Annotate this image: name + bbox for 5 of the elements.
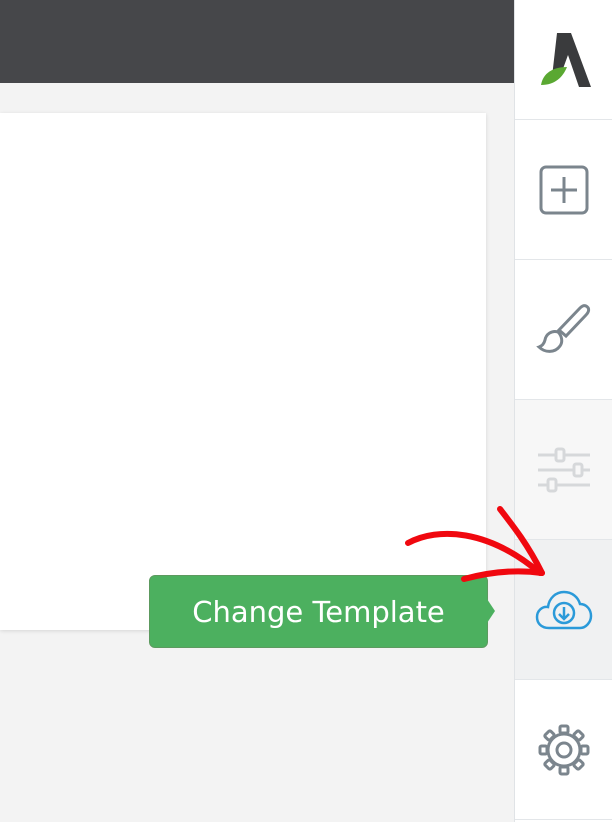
tooltip-pointer	[487, 599, 495, 623]
cloud-download-icon[interactable]	[534, 590, 592, 630]
settings-icon[interactable]	[538, 724, 590, 776]
tooltip: Change Template	[149, 575, 488, 648]
add-icon[interactable]	[538, 164, 588, 214]
